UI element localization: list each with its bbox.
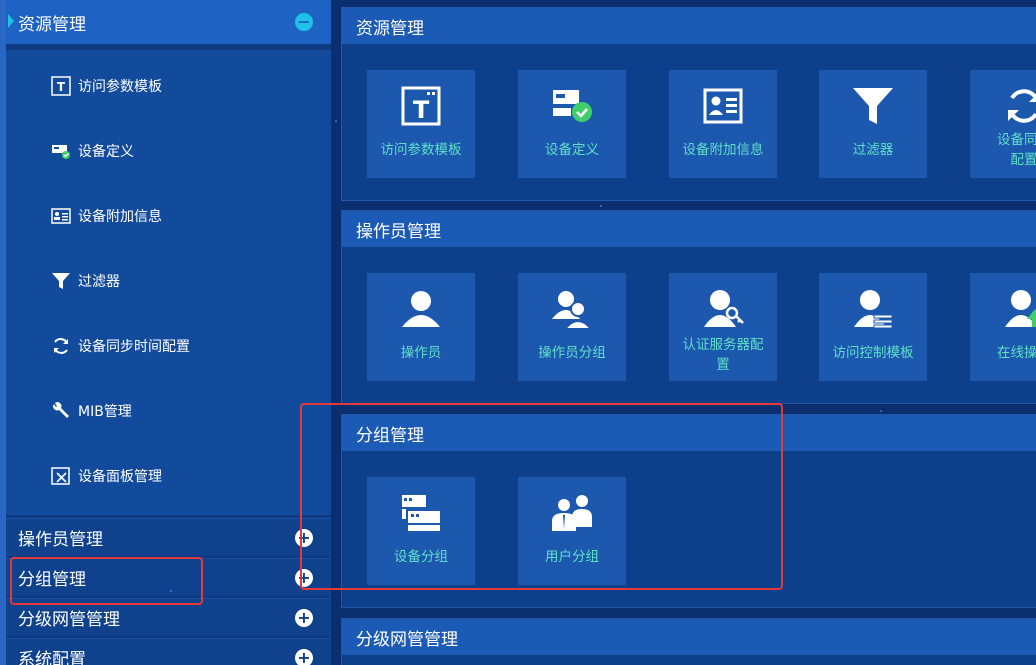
sidebar-item-label: 设备定义	[78, 144, 134, 160]
sidebar-item-access-template[interactable]: T 访问参数模板	[50, 75, 162, 97]
expand-icon[interactable]: +	[295, 648, 313, 665]
tile-operator[interactable]: 操作员	[367, 273, 475, 381]
tile-label: 设备同步配置	[972, 130, 1036, 170]
tile-label: 设备定义	[545, 142, 599, 158]
tile-label: 在线操作	[997, 345, 1036, 361]
highlight-box-group-sidebar	[10, 557, 203, 605]
resource-submenu: T 访问参数模板 设备定义 设备附加信息 过滤器 设备同步时间配置 MIB管理 …	[6, 50, 331, 515]
sidebar-section-operator-management[interactable]: 操作员管理 +	[6, 518, 331, 556]
sidebar-section-label: 操作员管理	[18, 530, 103, 550]
sidebar-section-label: 系统配置	[18, 650, 86, 665]
sidebar-item-filter[interactable]: 过滤器	[50, 270, 120, 292]
svg-text:T: T	[57, 80, 66, 94]
id-card-icon	[703, 84, 743, 128]
users-icon	[551, 287, 593, 331]
sidebar-item-label: 设备同步时间配置	[78, 339, 190, 355]
tile-access-control-template[interactable]: 访问控制模板	[819, 273, 927, 381]
tile-label-line1: 设备同步	[997, 132, 1036, 148]
active-caret-icon	[8, 14, 14, 28]
tile-label: 设备附加信息	[682, 142, 764, 158]
tile-device-sync-config[interactable]: 设备同步配置	[970, 70, 1036, 178]
sidebar-item-device-definition[interactable]: 设备定义	[50, 140, 134, 162]
user-key-icon	[702, 287, 744, 331]
user-access-icon	[852, 287, 894, 331]
tile-label: 过滤器	[852, 142, 894, 158]
panel-title: 操作员管理	[342, 211, 1036, 247]
wrench-icon	[50, 401, 72, 421]
filter-icon	[853, 84, 893, 128]
sidebar-section-label: 资源管理	[18, 14, 86, 35]
device-check-icon	[551, 84, 593, 128]
sidebar-section-label: 分级网管管理	[18, 610, 120, 630]
sidebar-item-mib-management[interactable]: MIB管理	[50, 400, 132, 422]
panel-resource-management: 资源管理 T 访问参数模板 设备定义 设备附加信息 过滤器 设备同步配置	[341, 7, 1036, 201]
tile-label-line2: 配置	[1010, 152, 1036, 168]
tile-auth-server-config[interactable]: 认证服务器配置	[669, 273, 777, 381]
tile-label-line1: 认证服务器配	[682, 337, 764, 353]
device-check-icon	[50, 141, 72, 161]
panel-icon	[50, 466, 72, 486]
tile-online-operator[interactable]: 在线操作	[970, 273, 1036, 381]
sidebar-item-label: 设备附加信息	[78, 209, 162, 225]
id-card-icon	[50, 206, 72, 226]
sidebar-item-label: 访问参数模板	[78, 79, 162, 95]
template-icon: T	[50, 76, 72, 96]
sidebar-item-device-extra-info[interactable]: 设备附加信息	[50, 205, 162, 227]
sidebar-item-label: 设备面板管理	[78, 469, 162, 485]
highlight-box-group-panel	[300, 403, 783, 590]
tile-filter[interactable]: 过滤器	[819, 70, 927, 178]
sidebar-item-device-panel[interactable]: 设备面板管理	[50, 465, 162, 487]
tile-label: 访问参数模板	[380, 142, 462, 158]
panel-hierarchical-nms: 分级网管管理	[341, 618, 1036, 665]
background-dot	[600, 205, 602, 207]
user-icon	[400, 287, 442, 331]
user-online-icon	[1003, 287, 1036, 331]
tile-access-template[interactable]: T 访问参数模板	[367, 70, 475, 178]
sync-icon	[1004, 84, 1036, 128]
panel-operator-management: 操作员管理 操作员 操作员分组 认证服务器配置 访问控制模板 在线操作	[341, 210, 1036, 404]
panel-title: 资源管理	[342, 8, 1036, 44]
sync-icon	[50, 336, 72, 356]
tile-operator-group[interactable]: 操作员分组	[518, 273, 626, 381]
sidebar-item-label: MIB管理	[78, 404, 132, 420]
tile-label: 认证服务器配置	[671, 335, 775, 375]
background-dot	[880, 410, 882, 412]
tile-label-line2: 置	[716, 357, 730, 373]
sidebar-item-device-sync-time[interactable]: 设备同步时间配置	[50, 335, 190, 357]
svg-text:T: T	[413, 96, 430, 124]
collapse-icon[interactable]: −	[295, 13, 313, 31]
tile-label: 访问控制模板	[832, 345, 914, 361]
tile-device-extra-info[interactable]: 设备附加信息	[669, 70, 777, 178]
sidebar-item-label: 过滤器	[78, 274, 120, 290]
expand-icon[interactable]: +	[295, 608, 313, 627]
tile-label: 操作员分组	[538, 345, 606, 361]
tile-label: 操作员	[400, 345, 442, 361]
filter-icon	[50, 271, 72, 291]
panel-title: 分级网管管理	[342, 619, 1036, 655]
sidebar-section-resource-management[interactable]: 资源管理 −	[6, 0, 331, 44]
sidebar-section-system-config[interactable]: 系统配置 +	[6, 638, 331, 665]
tile-device-definition[interactable]: 设备定义	[518, 70, 626, 178]
background-dot	[335, 120, 337, 122]
template-icon: T	[401, 84, 441, 128]
